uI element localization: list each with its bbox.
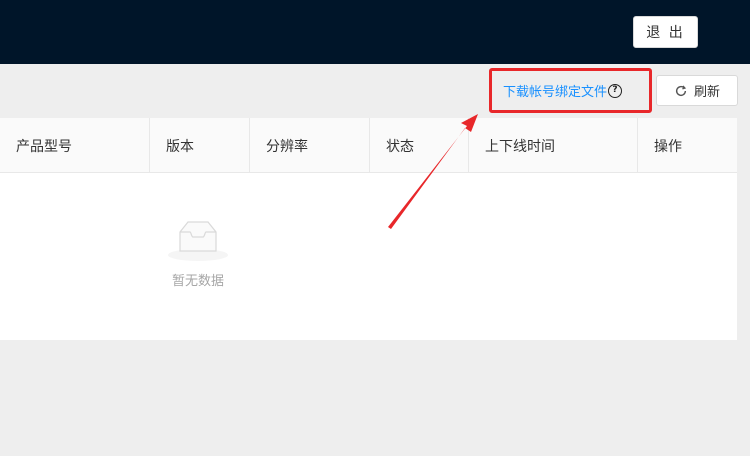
column-header-online-offline-time: 上下线时间 [468,118,637,173]
refresh-button[interactable]: 刷新 [656,75,738,106]
table-header: 产品型号 版本 分辨率 状态 上下线时间 操作 [0,118,737,173]
top-navbar: 退 出 [0,0,750,64]
refresh-icon [675,84,687,96]
empty-state: 暂无数据 [160,218,236,289]
column-header-product-model: 产品型号 [16,138,72,155]
empty-inbox-icon [168,221,228,261]
download-link-label: 下载帐号绑定文件 [503,85,608,100]
column-header-status: 状态 [369,118,468,173]
column-header-resolution: 分辨率 [249,118,369,173]
help-icon[interactable]: ? [608,83,623,98]
column-header-actions: 操作 [637,118,737,173]
data-table: 产品型号 版本 分辨率 状态 上下线时间 操作 暂无数据 [0,118,737,340]
refresh-label: 刷新 [693,85,720,100]
empty-text: 暂无数据 [171,274,224,289]
logout-button[interactable]: 退 出 [633,16,698,48]
column-header-version: 版本 [149,118,249,173]
toolbar: 下载帐号绑定文件 ? [0,64,750,118]
download-account-binding-file-link[interactable]: 下载帐号绑定文件 ? [503,81,623,100]
